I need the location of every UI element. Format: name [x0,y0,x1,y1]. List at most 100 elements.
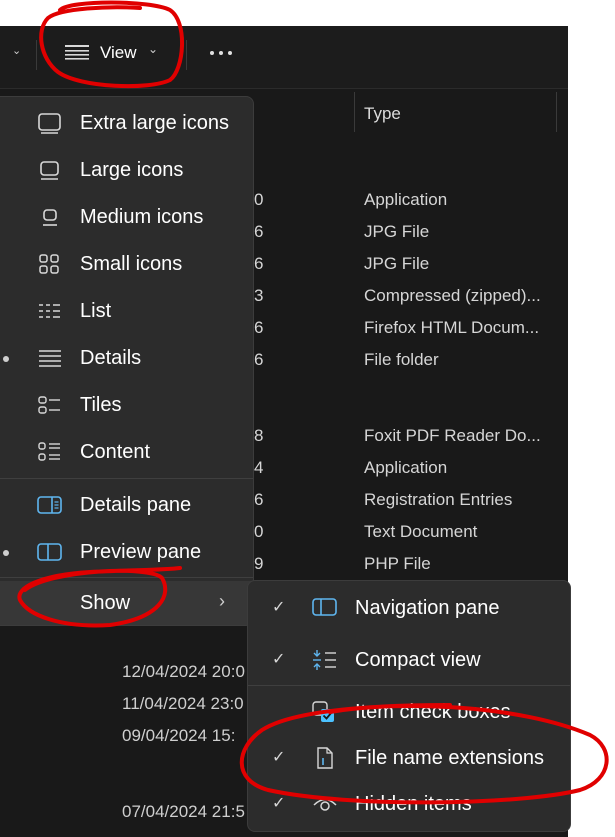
menu-item-details-pane[interactable]: Details pane [0,483,253,527]
column-header-type[interactable]: Type [364,104,401,124]
menu-item-label: Medium icons [80,206,204,228]
tiles-icon [38,396,60,414]
column-divider[interactable] [556,92,557,132]
view-icon [65,45,89,60]
checkmark-icon: ✓ [272,599,286,616]
chevron-right-icon: › [219,591,225,611]
date-modified: 09/04/2024 15: [122,726,236,745]
menu-item-extra-large-icons[interactable]: Extra large icons [0,101,253,145]
submenu-item-item-check-boxes[interactable]: Item check boxes [248,689,570,735]
menu-item-show[interactable]: Show › [0,581,253,625]
menu-item-content[interactable]: Content [0,430,253,474]
submenu-item-hidden-items[interactable]: ✓ Hidden items [248,781,570,827]
date-modified: 8 [254,426,264,445]
more-dot [210,51,214,55]
more-dot [228,51,232,55]
submenu-item-label: Hidden items [355,793,472,815]
details-icon [39,350,61,367]
menu-item-label: Details pane [80,494,192,516]
file-type: Text Document [364,522,478,541]
navigation-pane-icon [312,598,337,616]
show-submenu: ✓ Navigation pane ✓ Compact view Item ch… [247,580,571,832]
selected-bullet [3,356,9,362]
view-button-label: View [100,43,137,62]
file-type: Foxit PDF Reader Do... [364,426,541,445]
menu-item-small-icons[interactable]: Small icons [0,242,253,286]
file-type: Registration Entries [364,490,513,509]
hidden-items-icon [313,798,337,811]
menu-item-tiles[interactable]: Tiles [0,383,253,427]
toolbar-divider [36,40,37,70]
date-modified: 07/04/2024 21:5 [122,802,245,821]
menu-item-list[interactable]: List [0,289,253,333]
command-bar: ⌄ View ⌄ [0,26,568,89]
checkmark-icon: ✓ [272,795,286,812]
content-icon [38,442,60,461]
file-name-extensions-icon [317,747,333,769]
preview-pane-icon [37,543,62,561]
menu-item-details[interactable]: Details [0,336,253,380]
menu-item-label: Content [80,441,151,463]
small-icons-icon [39,254,59,274]
list-icon [39,304,60,318]
more-dot [219,51,223,55]
date-modified: 9 [254,554,264,573]
extra-large-icons-icon [38,113,61,134]
date-modified: 6 [254,318,264,337]
submenu-item-label: Compact view [355,649,481,671]
date-modified: 0 [254,190,264,209]
large-icons-icon [40,161,59,180]
submenu-item-navigation-pane[interactable]: ✓ Navigation pane [248,585,570,631]
menu-divider [0,478,253,479]
date-modified: 6 [254,350,264,369]
checkmark-icon: ✓ [272,651,286,668]
menu-item-label: Small icons [80,253,183,275]
file-type: Application [364,190,448,209]
chevron-down-icon: ⌄ [148,42,159,56]
file-type: JPG File [364,222,430,241]
submenu-item-file-name-extensions[interactable]: ✓ File name extensions [248,735,570,781]
submenu-item-label: Navigation pane [355,597,500,619]
date-modified: 12/04/2024 20:0 [122,662,245,681]
menu-item-label: Preview pane [80,541,202,563]
menu-divider [0,577,253,578]
menu-item-preview-pane[interactable]: Preview pane [0,530,253,574]
menu-item-label: Extra large icons [80,112,229,134]
file-type: Application [364,458,448,477]
details-pane-icon [37,496,62,514]
file-type: JPG File [364,254,430,273]
checkmark-icon: ✓ [272,749,286,766]
more-options-button[interactable] [204,36,240,70]
file-type: File folder [364,350,439,369]
file-type: Firefox HTML Docum... [364,318,540,337]
item-check-boxes-icon [312,701,334,722]
menu-item-large-icons[interactable]: Large icons [0,148,253,192]
menu-item-label: List [80,300,112,322]
submenu-item-compact-view[interactable]: ✓ Compact view [248,637,570,683]
date-modified: 11/04/2024 23:0 [122,694,244,713]
file-type: Compressed (zipped)... [364,286,541,305]
date-modified: 6 [254,222,264,241]
chevron-down-icon[interactable]: ⌄ [12,44,21,57]
menu-item-label: Show [80,592,131,614]
medium-icons-icon [43,209,57,226]
date-modified: 4 [254,458,264,477]
date-modified: 6 [254,254,264,273]
menu-item-label: Tiles [80,394,122,416]
column-divider[interactable] [354,92,355,132]
menu-item-label: Details [80,347,142,369]
compact-view-icon [313,650,336,670]
menu-divider [248,685,570,686]
menu-item-medium-icons[interactable]: Medium icons [0,195,253,239]
view-button[interactable]: View ⌄ [60,38,170,74]
file-type: PHP File [364,554,431,573]
date-modified: 6 [254,490,264,509]
submenu-item-label: Item check boxes [355,701,511,723]
date-modified: 3 [254,286,264,305]
view-menu: Extra large icons Large icons Medium ico… [0,96,254,626]
date-modified: 0 [254,522,264,541]
selected-bullet [3,550,9,556]
menu-item-label: Large icons [80,159,184,181]
submenu-item-label: File name extensions [355,747,544,769]
toolbar-divider [186,40,187,70]
